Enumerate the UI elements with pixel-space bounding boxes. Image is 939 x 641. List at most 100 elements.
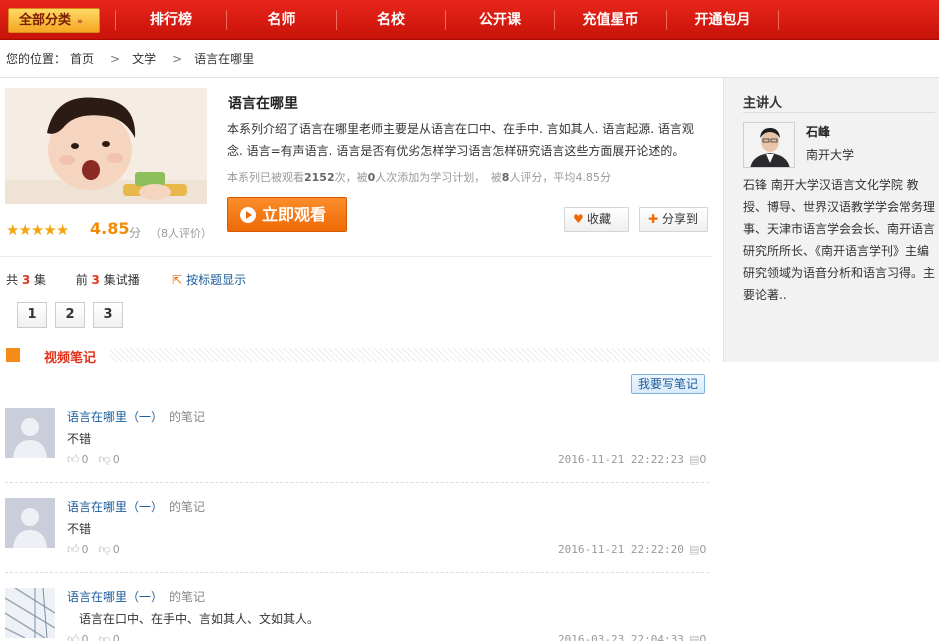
lecturer-school: 南开大学: [806, 148, 855, 162]
course-stats: 本系列已被观看2152次，被0人次添加为学习计划， 被8人评分，平均4.85分: [227, 169, 611, 185]
nav-item-teachers[interactable]: 名师: [227, 0, 336, 40]
favorite-button[interactable]: ♥ 收藏: [564, 207, 629, 232]
note-actions: 👍︎ 0 👎︎ 0: [67, 542, 120, 557]
stats-text: 分: [599, 171, 611, 184]
thumbs-up-icon[interactable]: 👍︎: [67, 632, 80, 641]
nav-separator: [778, 10, 779, 30]
watch-now-button[interactable]: 立即观看: [227, 197, 347, 232]
photo-avatar-icon: [5, 588, 55, 638]
list-item: 语言在哪里（一） 的笔记 语言在口中、在手中、言如其人、文如其人。 👍︎ 0 👎︎ 0 …: [5, 588, 709, 641]
note-actions: 👍︎ 0 👎︎ 0: [67, 632, 120, 641]
views-count: 2152: [304, 171, 335, 184]
episode-summary: 共 3 集 前 3 集试播: [6, 271, 140, 288]
episodes-text: 集: [34, 273, 47, 287]
episode-button-1[interactable]: 1: [17, 302, 47, 328]
chevron-right-icon: >: [110, 52, 121, 66]
nav-item-ranking[interactable]: 排行榜: [116, 0, 226, 40]
stats-text: 人次添加为学习计划， 被: [375, 171, 502, 184]
nav-item-monthly[interactable]: 开通包月: [667, 0, 778, 40]
note-comments[interactable]: ▤0: [689, 543, 706, 556]
breadcrumb-prefix: 您的位置：: [6, 52, 67, 66]
share-label: 分享到: [662, 212, 699, 226]
stats-text: 本系列已被观看: [227, 171, 304, 184]
note-title: 语言在哪里（一） 的笔记: [67, 408, 205, 425]
note-body: 不错: [67, 522, 92, 536]
thumbs-down-icon[interactable]: 👎︎: [99, 632, 111, 641]
list-item: 语言在哪里（一） 的笔记 不错 👍︎ 0 👎︎ 0 2016-11-21 22:22:2…: [5, 498, 709, 582]
note-actions: 👍︎ 0 👎︎ 0: [67, 452, 120, 467]
course-description: 本系列介绍了语言在哪里老师主要是从语言在口中、在手中. 言如其人. 语言起源. …: [227, 122, 694, 158]
section-marker-icon: [6, 348, 20, 362]
lecturer-panel: 主讲人 石峰 南开大学 石锋 南开大学汉语言文化学院 教授、博导、世界汉语教学学…: [723, 78, 939, 362]
note-title-suffix: 的笔记: [169, 590, 206, 604]
chevron-down-icon: »: [77, 17, 83, 27]
rating-unit: 分: [129, 226, 142, 240]
episodes-text: 共: [6, 273, 19, 287]
list-item: 语言在哪里（一） 的笔记 不错 👍︎ 0 👎︎ 0 2016-11-21 22:22:2…: [5, 408, 709, 492]
note-timestamp: 2016-03-23 22:04:33: [558, 633, 684, 641]
likes-count: 0: [81, 453, 89, 466]
divider: [0, 256, 712, 257]
comments-count: 0: [699, 543, 707, 556]
plus-icon: ✚: [648, 212, 659, 226]
comment-icon: ▤: [689, 633, 700, 641]
share-button[interactable]: ✚ 分享到: [639, 207, 708, 232]
thumbs-up-icon[interactable]: 👍︎: [67, 542, 80, 556]
lecturer-bio: 石锋 南开大学汉语言文化学院 教授、博导、世界汉语教学学会常务理事、天津市语言学…: [743, 178, 936, 302]
star-icon: ★: [30, 221, 44, 239]
comment-icon: ▤: [689, 453, 700, 466]
notes-header: 视频笔记: [6, 346, 710, 366]
note-episode-link[interactable]: 语言在哪里（一）: [67, 590, 163, 604]
play-icon: [240, 207, 256, 223]
rating-score: 4.85: [90, 219, 130, 238]
external-link-icon: ⇱: [172, 273, 183, 287]
divider: [743, 112, 935, 113]
notes-heading: 视频笔记: [44, 351, 97, 366]
watch-now-label: 立即观看: [262, 205, 327, 224]
note-episode-link[interactable]: 语言在哪里（一）: [67, 410, 163, 424]
note-body: 语言在口中、在手中、言如其人、文如其人。: [67, 612, 320, 626]
note-title-suffix: 的笔记: [169, 410, 206, 424]
lecturer-heading: 主讲人: [743, 96, 783, 111]
default-avatar-icon: [5, 408, 55, 458]
episodes-text: 集试播: [103, 273, 140, 287]
comments-count: 0: [699, 633, 707, 641]
favorite-label: 收藏: [587, 212, 612, 226]
stats-text: 人评分，平均: [509, 171, 576, 184]
all-categories-button[interactable]: 全部分类 »: [8, 8, 100, 33]
breadcrumb-home[interactable]: 首页: [70, 52, 94, 66]
avatar[interactable]: [5, 498, 55, 548]
show-by-title-link[interactable]: ⇱ 按标题显示: [172, 271, 246, 288]
episodes-total: 3: [21, 273, 31, 287]
chevron-right-icon: >: [172, 52, 183, 66]
note-comments[interactable]: ▤0: [689, 453, 706, 466]
top-nav-bar: 全部分类 » 排行榜 名师 名校 公开课 充值星币 开通包月: [0, 0, 939, 40]
divider: [5, 482, 709, 483]
stats-text: 次，被: [334, 171, 368, 184]
star-icon: ★: [55, 221, 69, 239]
star-icon: ★: [43, 221, 56, 239]
avatar[interactable]: [5, 588, 55, 638]
lecturer-portrait-image: [744, 123, 794, 167]
thumbs-up-icon[interactable]: 👍︎: [67, 452, 80, 466]
episode-button-2[interactable]: 2: [55, 302, 85, 328]
note-title: 语言在哪里（一） 的笔记: [67, 498, 205, 515]
avatar[interactable]: [5, 408, 55, 458]
nav-item-open-courses[interactable]: 公开课: [446, 0, 554, 40]
nav-item-schools[interactable]: 名校: [337, 0, 445, 40]
note-episode-link[interactable]: 语言在哪里（一）: [67, 500, 163, 514]
divider: [5, 572, 709, 573]
episode-button-3[interactable]: 3: [93, 302, 123, 328]
heart-icon: ♥: [573, 212, 584, 226]
breadcrumb-literature[interactable]: 文学: [132, 52, 156, 66]
nav-item-recharge[interactable]: 充值星币: [555, 0, 666, 40]
lecturer-photo[interactable]: [743, 122, 795, 168]
lecturer-name[interactable]: 石峰: [806, 123, 830, 140]
write-note-button[interactable]: 我要写笔记: [631, 374, 705, 394]
rating-stars: ★★★★★: [6, 221, 69, 239]
thumbs-down-icon[interactable]: 👎︎: [99, 542, 111, 556]
course-thumbnail[interactable]: [5, 88, 207, 204]
thumbs-down-icon[interactable]: 👎︎: [99, 452, 111, 466]
note-comments[interactable]: ▤0: [689, 633, 706, 641]
dislikes-count: 0: [112, 633, 120, 641]
